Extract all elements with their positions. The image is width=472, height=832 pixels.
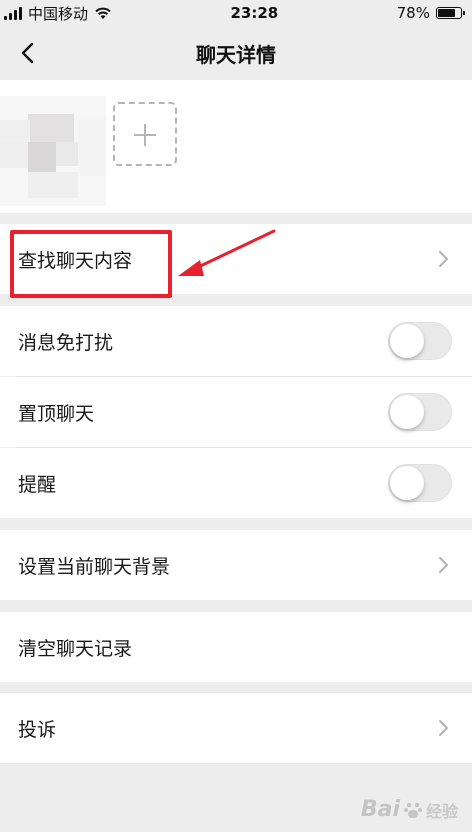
chevron-right-icon xyxy=(439,557,448,573)
mute-notifications-toggle[interactable] xyxy=(388,322,452,360)
status-bar: 中国移动 23:28 78% xyxy=(0,0,472,26)
add-member-button[interactable] xyxy=(113,102,177,166)
time-label: 23:28 xyxy=(230,4,279,22)
status-left: 中国移动 xyxy=(4,3,112,24)
back-button[interactable] xyxy=(12,38,42,68)
mute-notifications-cell: 消息免打扰 xyxy=(0,306,472,376)
complain-label: 投诉 xyxy=(18,718,57,741)
chevron-left-icon xyxy=(21,42,34,64)
nav-bar: 聊天详情 xyxy=(0,26,472,80)
pin-chat-toggle[interactable] xyxy=(388,393,452,431)
carrier-label: 中国移动 xyxy=(28,4,89,23)
avatar[interactable] xyxy=(0,96,106,206)
remind-toggle[interactable] xyxy=(388,464,452,502)
complain-cell[interactable]: 投诉 xyxy=(0,693,472,763)
watermark-sub: 经验 xyxy=(425,801,458,821)
chevron-right-icon xyxy=(439,251,448,267)
page-title: 聊天详情 xyxy=(196,42,276,67)
annotation-highlight-box xyxy=(10,230,172,298)
paw-logo-icon xyxy=(403,802,422,818)
chevron-right-icon xyxy=(439,720,448,736)
annotation-arrow-icon xyxy=(178,229,276,276)
remind-cell: 提醒 xyxy=(0,448,472,518)
members-section xyxy=(0,80,472,213)
set-chat-background-cell[interactable]: 设置当前聊天背景 xyxy=(0,530,472,600)
signal-icon xyxy=(4,6,22,20)
pin-chat-cell: 置顶聊天 xyxy=(0,377,472,447)
set-chat-background-label: 设置当前聊天背景 xyxy=(18,555,171,578)
wifi-icon xyxy=(95,7,111,19)
battery-icon xyxy=(435,7,465,19)
clear-chat-history-label: 清空聊天记录 xyxy=(18,637,133,660)
battery-indicator: 78% xyxy=(396,4,465,22)
battery-fill xyxy=(437,9,456,17)
watermark: Bai 经验 xyxy=(361,797,458,822)
clear-chat-history-cell[interactable]: 清空聊天记录 xyxy=(0,612,472,682)
battery-percent: 78% xyxy=(396,4,430,22)
watermark-brand: Bai xyxy=(360,797,400,822)
